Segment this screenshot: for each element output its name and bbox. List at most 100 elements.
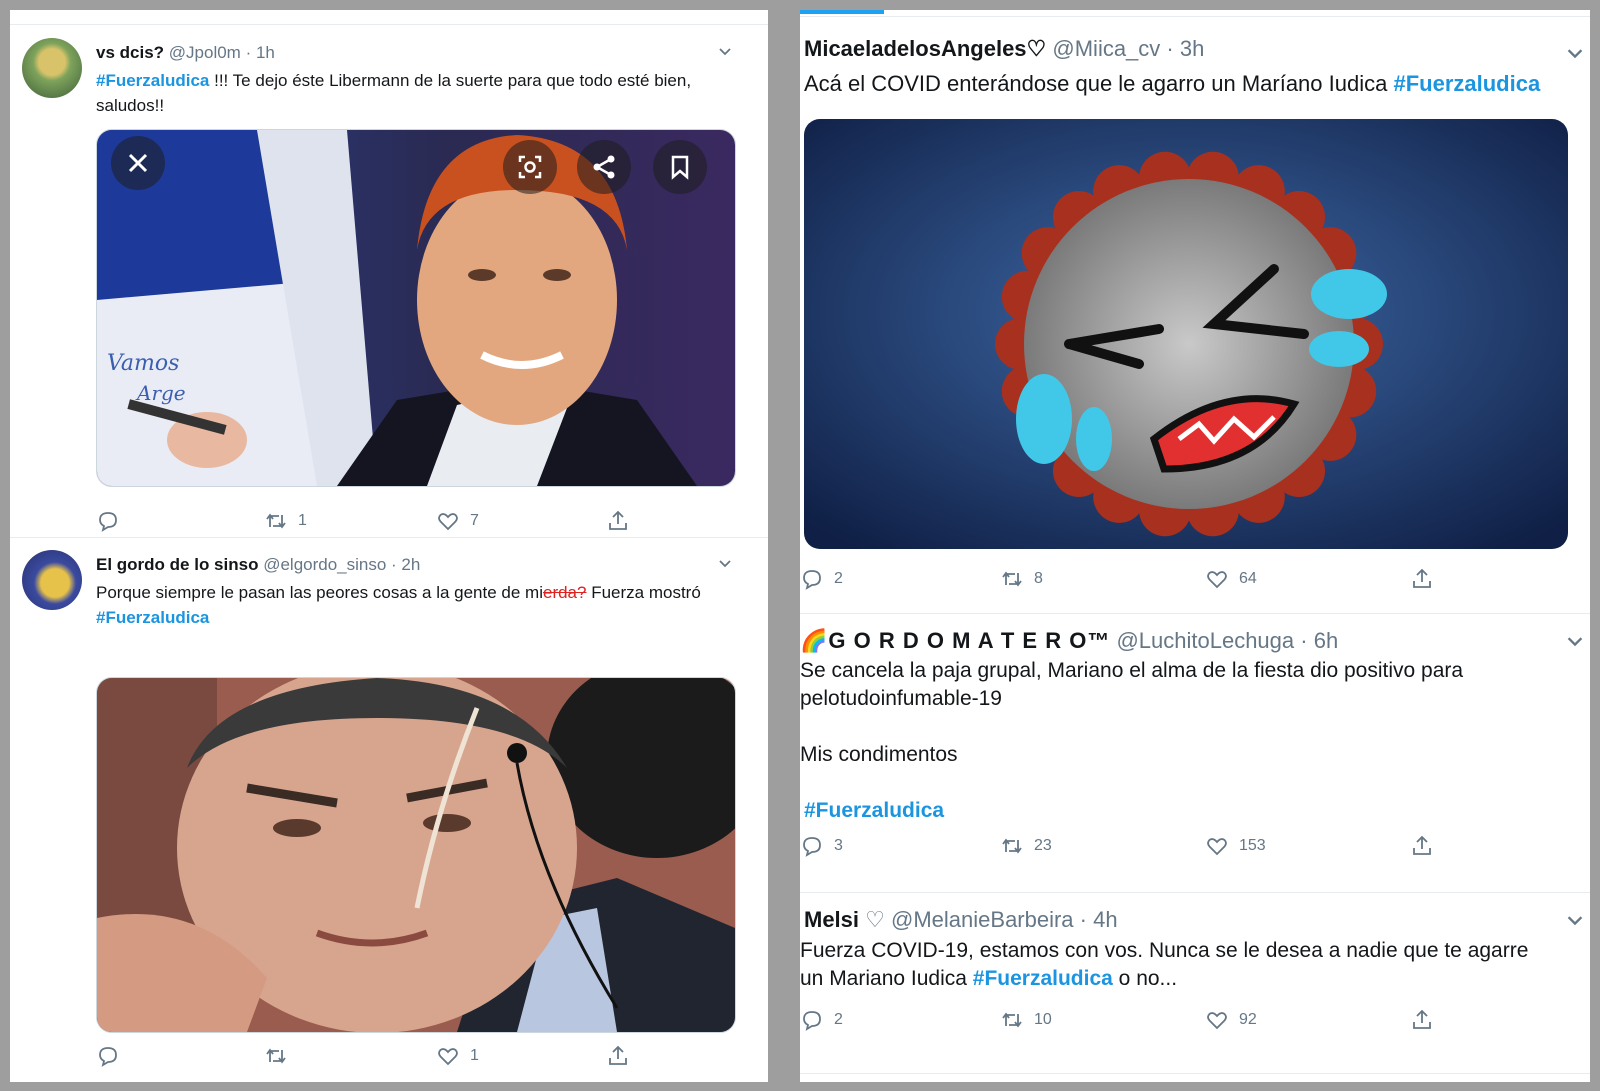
scribbled-text: erda? bbox=[542, 583, 587, 602]
handle[interactable]: @LuchitoLechuga bbox=[1116, 628, 1294, 653]
retweet-count: 10 bbox=[1034, 1011, 1052, 1028]
timestamp[interactable]: · 3h bbox=[1166, 36, 1204, 61]
like-count: 153 bbox=[1239, 837, 1266, 854]
heart-symbol: ♡ bbox=[865, 907, 885, 932]
tweet-text-content: Porque siempre le pasan las peores cosas… bbox=[96, 583, 543, 602]
share-button[interactable] bbox=[1410, 834, 1434, 858]
timestamp[interactable]: · 6h bbox=[1300, 628, 1338, 653]
chevron-down-icon[interactable] bbox=[1566, 45, 1584, 63]
share-icon bbox=[1413, 835, 1431, 855]
reply-icon bbox=[99, 512, 117, 532]
tweet-actions: 3 23 153 bbox=[800, 834, 1580, 862]
close-icon bbox=[128, 153, 148, 173]
hashtag-link[interactable]: #Fuerzaludica bbox=[804, 799, 944, 822]
tweet-text-line: Mis condimentos bbox=[800, 743, 958, 766]
like-button[interactable]: 64 bbox=[1205, 567, 1257, 591]
tweet-actions: 1 7 bbox=[96, 509, 736, 537]
tweet-4[interactable]: 🌈G O R D O M A T E R O™ @LuchitoLechuga … bbox=[800, 614, 1590, 892]
hashtag-link[interactable]: #Fuerzaludica bbox=[1393, 71, 1540, 96]
retweet-icon bbox=[266, 1048, 286, 1064]
like-button[interactable]: 153 bbox=[1205, 834, 1266, 858]
lens-button[interactable] bbox=[503, 140, 557, 194]
reply-icon bbox=[803, 1011, 821, 1031]
reply-button[interactable]: 2 bbox=[800, 567, 843, 591]
avatar[interactable] bbox=[22, 38, 82, 98]
like-icon bbox=[438, 1048, 458, 1066]
reply-button[interactable]: 2 bbox=[800, 1008, 843, 1032]
tweet-text: Porque siempre le pasan las peores cosas… bbox=[96, 580, 716, 630]
timestamp[interactable]: · 1h bbox=[246, 43, 275, 62]
divider bbox=[800, 1073, 1590, 1074]
reply-icon bbox=[803, 570, 821, 590]
share-button[interactable] bbox=[1410, 567, 1434, 591]
retweet-count: 23 bbox=[1034, 837, 1052, 854]
reply-count: 2 bbox=[834, 1011, 843, 1028]
tweet-5[interactable]: Melsi ♡ @MelanieBarbeira · 4h Fuerza COV… bbox=[800, 893, 1590, 1073]
timestamp[interactable]: · 2h bbox=[391, 555, 420, 574]
active-tab-indicator bbox=[800, 10, 884, 14]
chevron-down-icon[interactable] bbox=[1566, 912, 1584, 930]
tweet-actions: 2 10 92 bbox=[800, 1008, 1580, 1036]
handle[interactable]: @Miica_cv bbox=[1052, 36, 1160, 61]
handle[interactable]: @MelanieBarbeira bbox=[891, 907, 1074, 932]
tweet-1[interactable]: vs dcis? @Jpol0m · 1h #Fuerzaludica !!! … bbox=[10, 25, 768, 537]
handle[interactable]: @elgordo_sinso bbox=[263, 555, 386, 574]
tweet-actions: 1 bbox=[96, 1044, 736, 1072]
reply-icon bbox=[99, 1047, 117, 1067]
share-button[interactable] bbox=[1410, 1008, 1434, 1032]
tweet-text-content: Fuerza mostró bbox=[586, 583, 701, 602]
like-icon bbox=[1207, 838, 1227, 856]
display-name[interactable]: El gordo de lo sinso bbox=[96, 555, 258, 574]
hashtag-link[interactable]: #Fuerzaludica bbox=[96, 608, 209, 627]
reply-button[interactable] bbox=[96, 509, 130, 533]
reply-button[interactable] bbox=[96, 1044, 130, 1068]
like-button[interactable]: 1 bbox=[436, 1044, 479, 1068]
photo-covid-virus-crying bbox=[804, 119, 1568, 549]
tweet-text: Fuerza COVID-19, estamos con vos. Nunca … bbox=[800, 937, 1580, 993]
tweet-text-line: Se cancela la paja grupal, Mariano el al… bbox=[800, 659, 1464, 682]
handle[interactable]: @Jpol0m bbox=[169, 43, 241, 62]
like-button[interactable]: 7 bbox=[436, 509, 479, 533]
share-icon bbox=[1413, 1009, 1431, 1029]
tweet-text-line: Fuerza COVID-19, estamos con vos. Nunca … bbox=[800, 939, 1529, 962]
retweet-button[interactable] bbox=[264, 1044, 298, 1068]
chevron-down-icon[interactable] bbox=[718, 45, 732, 59]
chevron-down-icon[interactable] bbox=[718, 557, 732, 571]
retweet-button[interactable]: 23 bbox=[1000, 834, 1052, 858]
retweet-count: 1 bbox=[298, 512, 307, 529]
avatar[interactable] bbox=[22, 550, 82, 610]
tweet-3[interactable]: MicaeladelosAngeles♡ @Miica_cv · 3h Acá … bbox=[800, 17, 1590, 613]
display-name[interactable]: 🌈G O R D O M A T E R O™ bbox=[800, 628, 1110, 653]
display-name[interactable]: Melsi bbox=[804, 907, 859, 932]
hashtag-link[interactable]: #Fuerzaludica bbox=[973, 967, 1113, 990]
share-button[interactable] bbox=[606, 1044, 630, 1068]
like-icon bbox=[1207, 1012, 1227, 1030]
photo-man-crying bbox=[97, 678, 735, 1032]
share-button[interactable] bbox=[606, 509, 630, 533]
tweet-text-line: pelotudoinfumable-19 bbox=[800, 687, 1002, 710]
tweet-2[interactable]: El gordo de lo sinso @elgordo_sinso · 2h… bbox=[10, 538, 768, 1082]
reply-button[interactable]: 3 bbox=[800, 834, 843, 858]
tweet-photo[interactable] bbox=[96, 677, 736, 1033]
close-button[interactable] bbox=[111, 136, 165, 190]
display-name[interactable]: vs dcis? bbox=[96, 43, 164, 62]
timestamp[interactable]: · 4h bbox=[1080, 907, 1118, 932]
tweet-text-content: un Mariano Iudica bbox=[800, 967, 973, 990]
tweet-text-content: o no... bbox=[1112, 967, 1178, 990]
tweet-actions: 2 8 64 bbox=[800, 567, 1580, 595]
retweet-button[interactable]: 8 bbox=[1000, 567, 1043, 591]
chevron-down-icon[interactable] bbox=[1566, 633, 1584, 651]
retweet-button[interactable]: 1 bbox=[264, 509, 307, 533]
tweet-photo[interactable]: Vamos Arge bbox=[96, 129, 736, 487]
like-count: 92 bbox=[1239, 1011, 1257, 1028]
like-icon bbox=[438, 513, 458, 531]
share-image-button[interactable] bbox=[577, 140, 631, 194]
tweet-photo[interactable] bbox=[804, 119, 1568, 549]
display-name[interactable]: MicaeladelosAngeles♡ bbox=[804, 36, 1046, 61]
retweet-button[interactable]: 10 bbox=[1000, 1008, 1052, 1032]
hashtag-link[interactable]: #Fuerzaludica bbox=[96, 71, 209, 90]
bookmark-button[interactable] bbox=[653, 140, 707, 194]
like-button[interactable]: 92 bbox=[1205, 1008, 1257, 1032]
